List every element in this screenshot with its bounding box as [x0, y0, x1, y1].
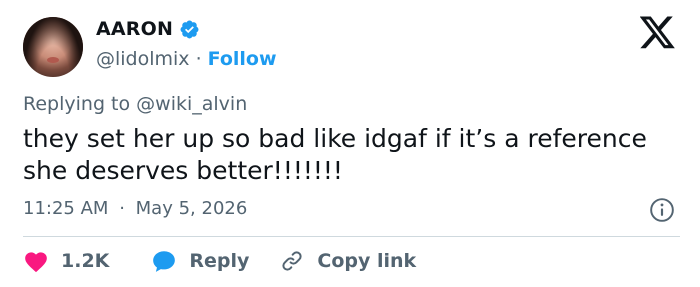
author-handle-row: @lidolmix · Follow — [96, 48, 277, 70]
divider — [23, 236, 680, 237]
x-logo-icon[interactable] — [640, 16, 676, 50]
replying-to[interactable]: Replying to @wiki_alvin — [23, 93, 247, 115]
reply-button[interactable]: Reply — [151, 249, 249, 273]
copy-link-label: Copy link — [317, 250, 417, 272]
tweet-date: May 5, 2026 — [135, 198, 248, 219]
tweet-card: AARON @lidolmix · Follow Replying to @wi… — [0, 0, 700, 287]
author-handle[interactable]: @lidolmix — [96, 48, 190, 70]
tweet-text-line-2: she deserves better!!!!!!! — [23, 156, 343, 185]
like-button[interactable]: 1.2K — [23, 249, 109, 273]
reply-bubble-icon — [153, 251, 176, 272]
timestamp-separator: · — [119, 198, 125, 219]
info-icon[interactable] — [649, 197, 675, 223]
copy-link-button[interactable]: Copy link — [279, 249, 416, 273]
avatar-hair — [23, 17, 83, 77]
tweet-text-line-1: they set her up so bad like idgaf if it’… — [23, 124, 647, 153]
avatar-lips — [47, 57, 59, 63]
likes-count: 1.2K — [61, 250, 110, 272]
follow-button[interactable]: Follow — [208, 48, 277, 70]
tweet-text: they set her up so bad like idgaf if it’… — [23, 123, 683, 187]
timestamp-row[interactable]: 11:25 AM · May 5, 2026 — [23, 198, 247, 219]
action-bar: 1.2K Reply Copy link — [23, 246, 416, 276]
reply-label: Reply — [189, 250, 250, 272]
heart-icon — [25, 252, 47, 273]
link-icon — [282, 251, 302, 271]
avatar[interactable] — [23, 17, 83, 77]
author-name[interactable]: AARON — [96, 18, 173, 40]
verified-badge-icon — [180, 20, 199, 38]
handle-separator: · — [195, 48, 202, 70]
tweet-time: 11:25 AM — [23, 198, 109, 219]
author-name-row: AARON — [96, 18, 200, 40]
